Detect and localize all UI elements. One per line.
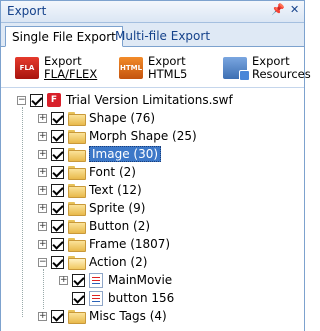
tree-item-label: Text (12) [89, 183, 142, 197]
tree-item-action[interactable]: − Action (2) [38, 253, 147, 271]
export-panel: Export 📌 ✕ Single File Export Multi-file… [0, 0, 311, 331]
tree-item-image[interactable]: + Image (30) [38, 145, 162, 163]
folder-icon [68, 166, 86, 180]
open-folder-icon [68, 256, 86, 270]
expand-toggle[interactable]: + [38, 203, 47, 213]
checkbox[interactable] [30, 93, 43, 107]
expand-toggle[interactable]: + [38, 311, 47, 321]
checkbox[interactable] [51, 255, 64, 269]
export-html5-label-2: HTML5 [148, 67, 188, 81]
expand-toggle[interactable]: + [38, 131, 47, 141]
folder-icon [68, 220, 86, 234]
tab-multi-file-export[interactable]: Multi-file Export [109, 26, 216, 47]
collapse-toggle[interactable]: − [38, 257, 47, 267]
folder-icon [68, 130, 86, 144]
checkbox[interactable] [51, 201, 64, 215]
checkbox[interactable] [72, 291, 85, 305]
pin-icon[interactable]: 📌 [271, 3, 285, 16]
expand-toggle[interactable]: + [59, 275, 68, 285]
tree-root-label: Trial Version Limitations.swf [66, 93, 233, 107]
panel-title: Export [7, 4, 47, 18]
tree-item-misc-tags[interactable]: + Misc Tags (4) [38, 307, 167, 325]
checkbox[interactable] [51, 111, 64, 125]
tree-item-label-selected: Image (30) [89, 146, 162, 162]
folder-icon [68, 202, 86, 216]
tree-item-button[interactable]: + Button (2) [38, 217, 150, 235]
tree-item-label: Sprite (9) [89, 201, 146, 215]
tab-single-file-export[interactable]: Single File Export [5, 26, 123, 47]
tree-item-button-156[interactable]: button 156 [72, 289, 174, 307]
export-fla-button[interactable]: FLA Export FLA/FLEX [15, 51, 97, 85]
export-resources-button[interactable]: Export Resources [223, 51, 311, 85]
close-icon[interactable]: ✕ [290, 3, 299, 16]
folder-icon [68, 184, 86, 198]
tree-item-label: Morph Shape (25) [89, 129, 197, 143]
export-resources-label-2: Resources [252, 67, 311, 81]
checkbox[interactable] [51, 147, 64, 161]
expand-toggle[interactable]: + [38, 167, 47, 177]
tree-item-font[interactable]: + Font (2) [38, 163, 136, 181]
tree-item-sprite[interactable]: + Sprite (9) [38, 199, 145, 217]
tree-item-label: button 156 [108, 291, 175, 305]
script-icon [89, 290, 103, 306]
export-tree: − F Trial Version Limitations.swf + Shap… [1, 89, 304, 331]
expand-toggle[interactable]: + [38, 221, 47, 231]
expand-toggle[interactable]: + [38, 149, 47, 159]
panel-titlebar: Export 📌 ✕ [1, 1, 304, 23]
checkbox[interactable] [51, 309, 64, 323]
tree-item-shape[interactable]: + Shape (76) [38, 109, 155, 127]
tree-item-label: Font (2) [89, 165, 136, 179]
export-toolbar: FLA Export FLA/FLEX HTML Export HTML5 Ex… [1, 48, 311, 88]
expand-toggle[interactable]: + [38, 239, 47, 249]
tree-item-label: Shape (76) [89, 111, 156, 125]
checkbox[interactable] [51, 183, 64, 197]
swf-file-icon: F [47, 93, 61, 107]
folder-icon [68, 148, 86, 162]
checkbox[interactable] [51, 165, 64, 179]
folder-icon [68, 310, 86, 324]
tree-item-label: Button (2) [89, 219, 151, 233]
tree-item-frame[interactable]: + Frame (1807) [38, 235, 170, 253]
script-icon [89, 272, 103, 288]
html5-export-icon: HTML [119, 57, 143, 79]
tree-item-morph-shape[interactable]: + Morph Shape (25) [38, 127, 197, 145]
tree-item-label: Misc Tags (4) [89, 309, 167, 323]
checkbox[interactable] [72, 273, 85, 287]
collapse-toggle[interactable]: − [17, 95, 26, 105]
fla-export-icon: FLA [15, 57, 39, 79]
expand-toggle[interactable]: + [38, 185, 47, 195]
tree-root[interactable]: − F Trial Version Limitations.swf [17, 91, 233, 109]
tree-item-mainmovie[interactable]: + MainMovie [59, 271, 172, 289]
folder-icon [68, 112, 86, 126]
tree-item-label: MainMovie [108, 273, 173, 287]
resources-export-icon [223, 57, 250, 81]
checkbox[interactable] [51, 129, 64, 143]
export-fla-label-2: FLA/FLEX [44, 67, 98, 81]
folder-icon [68, 238, 86, 252]
tree-item-label: Frame (1807) [89, 237, 171, 251]
checkbox[interactable] [51, 237, 64, 251]
expand-toggle[interactable]: + [38, 113, 47, 123]
export-html5-button[interactable]: HTML Export HTML5 [119, 51, 187, 85]
tree-item-text[interactable]: + Text (12) [38, 181, 142, 199]
tree-item-label: Action (2) [89, 255, 148, 269]
checkbox[interactable] [51, 219, 64, 233]
tab-bar: Single File Export Multi-file Export [1, 23, 304, 47]
